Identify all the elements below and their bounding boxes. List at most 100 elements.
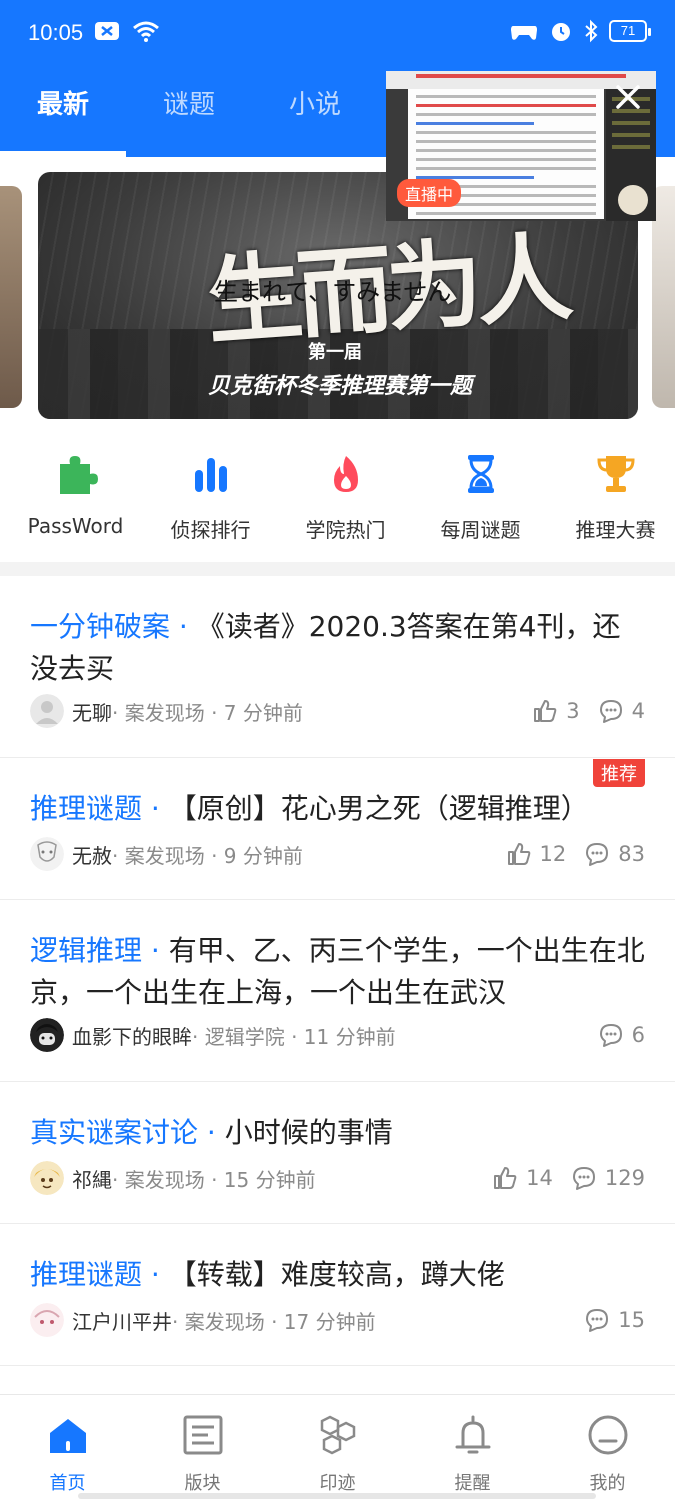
recommended-badge: 推荐 [593,759,645,787]
post-category[interactable]: 推理谜题 · [30,1258,169,1291]
post-category[interactable]: 逻辑推理 · [30,934,169,967]
comment-icon[interactable] [571,1165,597,1191]
battery-indicator: 71 [609,20,651,42]
avatar[interactable] [30,1161,64,1195]
banner-event-title: 贝克街杯冬季推理赛第一题 [208,374,473,399]
banner-edition: 第一届 [308,342,362,363]
post-stats: 3 4 [532,694,645,728]
post-item[interactable]: 推荐 推理谜题 · 【原创】花心男之死（逻辑推理） 无赦 · 案发现场 · 9 … [0,759,675,900]
post-author[interactable]: 血影下的眼眸 [72,1021,192,1050]
post-category[interactable]: 一分钟破案 · [30,610,197,643]
post-item[interactable]: 一分钟破案 · 《读者》2020.3答案在第4刊，还没去买 无聊 · 案发现场 … [0,577,675,758]
nav-footprints[interactable]: 印迹 [270,1395,405,1500]
thumbs-up-icon[interactable] [506,841,532,867]
post-meta: 无聊 · 案发现场 · 7 分钟前 [30,694,303,728]
post-title[interactable]: 推理谜题 · 【原创】花心男之死（逻辑推理） [30,788,647,830]
nav-label: 印迹 [319,1473,356,1494]
like-count: 12 [539,842,567,866]
comment-icon[interactable] [598,1022,624,1048]
bottom-nav: 首页 版块 印迹 提醒 我的 [0,1394,675,1500]
banner-prev-card[interactable] [0,186,22,408]
trophy-icon [596,456,635,492]
quick-nav-password[interactable]: PassWord [16,440,135,560]
nav-label: 版块 [184,1473,221,1494]
tab-latest[interactable]: 最新 [0,80,126,136]
status-time: 10:05 [28,20,84,45]
post-meta: 血影下的眼眸 · 逻辑学院 · 11 分钟前 [30,1018,396,1052]
avatar[interactable] [30,1303,64,1337]
profile-icon [588,1415,627,1455]
notification-icon [95,22,119,40]
section-divider [0,562,675,576]
comment-count: 6 [631,1023,645,1047]
quick-nav-ranking[interactable]: 侦探排行 [151,440,270,560]
top-tabs: 最新 谜题 小说 [0,80,378,136]
post-author[interactable]: 无赦 [72,840,112,869]
comment-icon[interactable] [584,1307,610,1333]
post-meta: 无赦 · 案发现场 · 9 分钟前 [30,837,303,871]
nav-reminders[interactable]: 提醒 [405,1395,540,1500]
comment-count: 15 [618,1308,645,1332]
post-title-text: 【原创】花心男之死（逻辑推理） [168,792,589,825]
avatar[interactable] [30,694,64,728]
nav-label: 提醒 [454,1473,491,1494]
like-count: 3 [566,699,580,723]
post-stats: 6 [598,1018,645,1052]
like-count: 14 [526,1166,553,1190]
post-category[interactable]: 推理谜题 · [30,792,169,825]
bar-chart-icon [194,458,227,492]
gesture-bar[interactable] [78,1493,596,1499]
post-author[interactable]: 江户川平井 [72,1306,172,1335]
post-info: · 逻辑学院 · 11 分钟前 [192,1024,396,1049]
comment-icon[interactable] [598,698,624,724]
close-icon[interactable] [612,81,644,113]
nav-boards[interactable]: 版块 [135,1395,270,1500]
post-info: · 案发现场 · 9 分钟前 [112,843,303,868]
quick-nav-contest[interactable]: 推理大赛 [556,440,675,560]
post-category[interactable]: 真实谜案讨论 · [30,1116,225,1149]
post-item[interactable]: 真实谜案讨论 · 小时候的事情 祁縄 · 案发现场 · 15 分钟前 14 12… [0,1083,675,1224]
thumbs-up-icon[interactable] [492,1165,518,1191]
status-bar: 10:05 71 [0,0,675,66]
puzzle-icon [59,456,98,494]
home-icon [49,1419,86,1453]
nav-label: 我的 [589,1473,626,1494]
post-info: · 案发现场 · 7 分钟前 [112,700,303,725]
board-icon [183,1415,222,1455]
post-title[interactable]: 逻辑推理 · 有甲、乙、丙三个学生，一个出生在北京，一个出生在上海，一个出生在武… [30,930,647,1014]
comment-count: 129 [604,1166,645,1190]
comment-count: 4 [631,699,645,723]
quick-nav-label: PassWord [27,514,124,538]
live-stream-window[interactable]: 直播中 [386,71,656,221]
tab-puzzles[interactable]: 谜题 [126,80,252,136]
nav-home[interactable]: 首页 [0,1395,135,1500]
post-title[interactable]: 一分钟破案 · 《读者》2020.3答案在第4刊，还没去买 [30,606,647,690]
post-author[interactable]: 祁縄 [72,1164,112,1193]
quick-nav-label: 学院热门 [305,518,386,542]
game-mode-icon [511,26,537,40]
tab-novels[interactable]: 小说 [252,80,378,136]
comment-icon[interactable] [584,841,610,867]
quick-nav-weekly[interactable]: 每周谜题 [421,440,540,560]
post-title-text: 小时候的事情 [224,1116,393,1149]
bluetooth-icon [585,19,598,43]
post-item[interactable]: 逻辑推理 · 有甲、乙、丙三个学生，一个出生在北京，一个出生在上海，一个出生在武… [0,901,675,1082]
post-item[interactable]: 推理谜题 · 【转载】难度较高，蹲大佬 江户川平井 · 案发现场 · 17 分钟… [0,1225,675,1366]
bell-icon [455,1415,490,1454]
streamer-avatar [618,185,648,215]
nav-profile[interactable]: 我的 [540,1395,675,1500]
live-badge: 直播中 [397,179,462,207]
status-left-icons [94,20,160,42]
avatar[interactable] [30,1018,64,1052]
thumbs-up-icon[interactable] [532,698,558,724]
avatar[interactable] [30,837,64,871]
comment-count: 83 [618,842,645,866]
post-author[interactable]: 无聊 [72,697,112,726]
post-stats: 12 83 [506,837,645,871]
quick-nav-hot[interactable]: 学院热门 [286,440,405,560]
post-info: · 案发现场 · 17 分钟前 [172,1309,376,1334]
hexagon-icon [320,1415,355,1455]
post-title[interactable]: 真实谜案讨论 · 小时候的事情 [30,1112,647,1154]
post-title[interactable]: 推理谜题 · 【转载】难度较高，蹲大佬 [30,1254,647,1296]
quick-nav: PassWord 侦探排行 学院热门 每周谜题 推理大赛 [0,440,675,560]
